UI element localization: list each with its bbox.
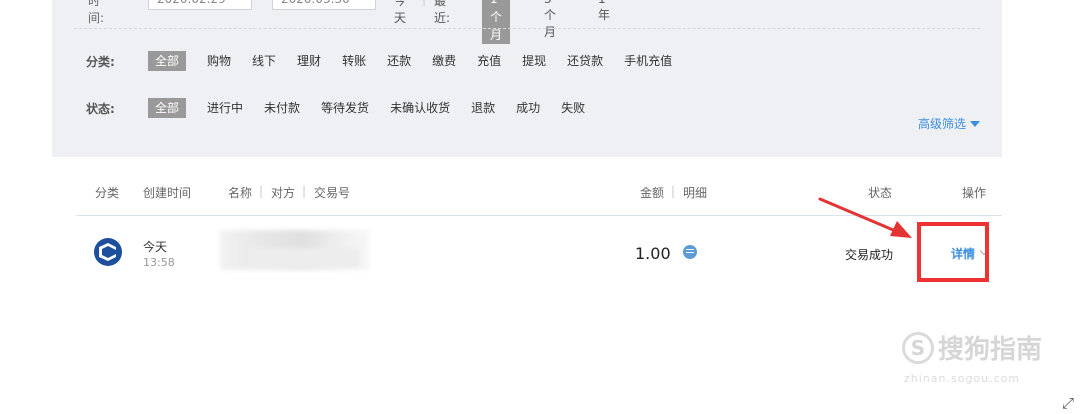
watermark-text: 搜狗指南 — [938, 335, 1043, 365]
status-success[interactable]: 成功 — [516, 98, 540, 118]
advanced-filter-label: 高级筛选 — [917, 117, 966, 131]
category-loan-repay[interactable]: 还贷款 — [567, 51, 603, 71]
start-date-input[interactable]: 2020.02.29 — [148, 0, 252, 10]
col-created-time: 创建时间 — [143, 186, 192, 200]
header-separator: | — [259, 184, 264, 198]
quick-3-months[interactable]: 3个月 — [544, 0, 556, 40]
filter-panel: 时间: 2020.02.29 2020.03.30 今天 | 最近: 1个月 3… — [52, 0, 1002, 157]
resize-icon[interactable]: ⤢ — [1062, 394, 1074, 412]
status-failed[interactable]: 失败 — [561, 98, 585, 118]
col-name: 名称 — [228, 186, 253, 200]
row-date: 今天 — [143, 240, 168, 254]
category-label: 分类: — [86, 54, 115, 69]
col-action: 操作 — [962, 186, 987, 200]
status-filter-row: 状态: 全部 进行中 未付款 等待发货 未确认收货 退款 成功 失败 — [86, 96, 606, 120]
category-filter-row: 分类: 全部 购物 线下 理财 转账 还款 缴费 充值 提现 还贷款 手机充值 — [86, 49, 693, 73]
category-withdraw[interactable]: 提现 — [522, 51, 546, 71]
category-repayment[interactable]: 还款 — [387, 51, 411, 71]
dashed-divider — [74, 28, 980, 29]
watermark-logo-icon: S — [902, 331, 934, 364]
recent-label: 最近: — [434, 0, 451, 25]
caret-down-icon — [970, 120, 980, 127]
status-in-progress[interactable]: 进行中 — [207, 98, 243, 118]
header-separator: | — [671, 184, 676, 198]
status-awaiting-shipment[interactable]: 等待发货 — [321, 98, 369, 118]
col-trade-number: 交易号 — [314, 186, 351, 200]
status-refund[interactable]: 退款 — [471, 98, 495, 118]
row-status: 交易成功 — [845, 248, 894, 262]
watermark-url: zhinan.sogou.com — [904, 372, 1021, 385]
bank-logo-icon — [94, 238, 122, 266]
quick-1-month[interactable]: 1个月 — [482, 0, 510, 44]
col-status: 状态 — [868, 186, 893, 200]
highlight-box — [917, 222, 989, 282]
table-header: 分类 创建时间 名称 | 对方 | 交易号 金额 | 明细 状态 操作 — [0, 184, 1080, 202]
col-amount: 金额 — [640, 186, 665, 200]
row-amount: 1.00 — [635, 244, 671, 263]
status-label: 状态: — [86, 101, 115, 116]
status-all[interactable]: 全部 — [148, 98, 187, 118]
header-divider — [76, 215, 1002, 216]
category-transfer[interactable]: 转账 — [342, 51, 366, 71]
category-topup[interactable]: 充值 — [477, 51, 501, 71]
category-shopping[interactable]: 购物 — [207, 51, 231, 71]
category-finance[interactable]: 理财 — [297, 51, 321, 71]
category-mobile-topup[interactable]: 手机充值 — [624, 51, 672, 71]
date-separator: | — [422, 0, 426, 6]
end-date-input[interactable]: 2020.03.30 — [272, 0, 376, 10]
redacted-name — [220, 230, 370, 270]
status-unpaid[interactable]: 未付款 — [264, 98, 300, 118]
watermark: S 搜狗指南 — [902, 329, 1042, 366]
today-link[interactable]: 今天 — [394, 0, 406, 26]
col-category: 分类 — [95, 186, 120, 200]
detail-icon[interactable] — [683, 245, 697, 259]
status-unconfirmed-receipt[interactable]: 未确认收货 — [390, 98, 450, 118]
category-all[interactable]: 全部 — [148, 51, 187, 71]
quick-1-year[interactable]: 1年 — [598, 0, 610, 23]
category-bills[interactable]: 缴费 — [432, 51, 456, 71]
col-detail: 明细 — [683, 186, 708, 200]
advanced-filter-link[interactable]: 高级筛选 — [918, 115, 980, 132]
category-offline[interactable]: 线下 — [252, 51, 276, 71]
col-counterparty: 对方 — [271, 186, 296, 200]
row-time: 13:58 — [143, 256, 175, 269]
header-separator: | — [302, 184, 307, 198]
time-label: 时间: — [88, 0, 105, 25]
